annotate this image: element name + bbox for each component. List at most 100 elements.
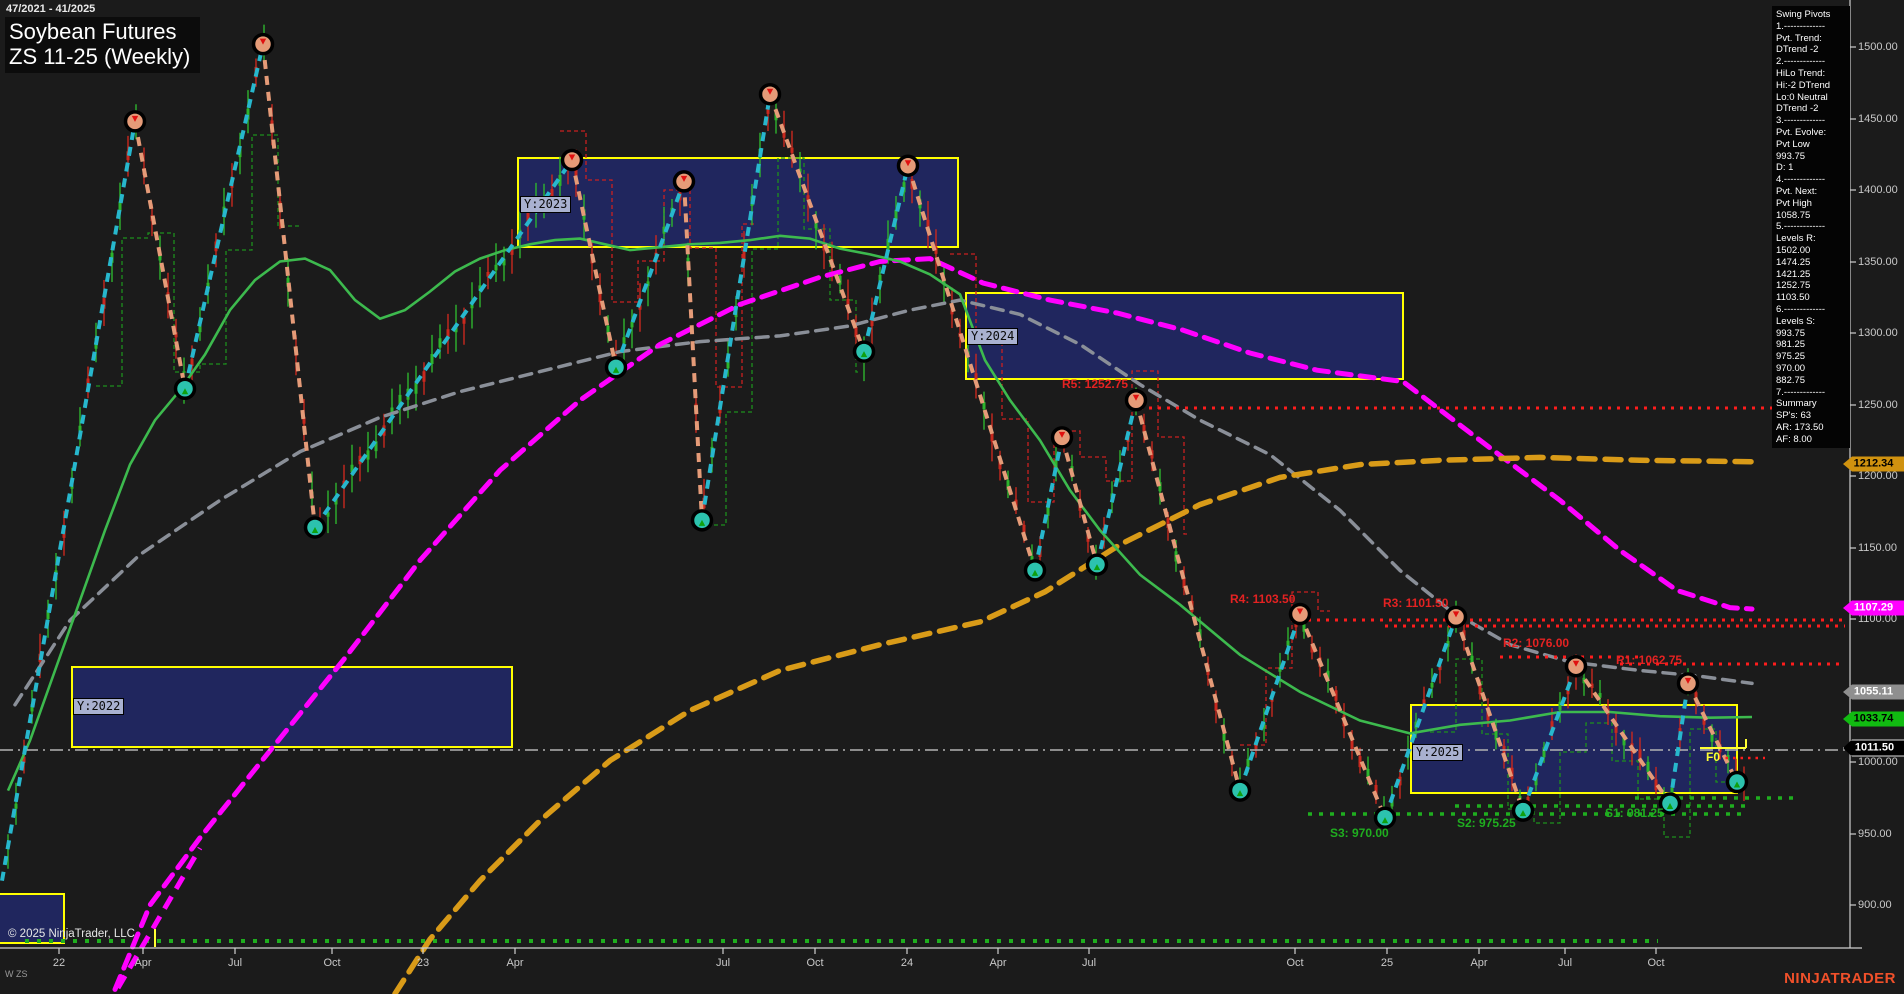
price-axis-label: 1000.00 xyxy=(1858,756,1898,768)
swing-pivots-panel-line: 1058.75 xyxy=(1776,210,1846,222)
swing-pivots-panel-line: 5.------------- xyxy=(1776,221,1846,233)
time-axis-label: Apr xyxy=(1470,957,1487,969)
swing-pivots-panel-line: Pvt. Next: xyxy=(1776,186,1846,198)
time-axis-label: Oct xyxy=(1286,957,1303,969)
year-box-label: Y:2024 xyxy=(967,328,1018,345)
swing-pivots-panel-line: 882.75 xyxy=(1776,375,1846,387)
time-axis-label: 22 xyxy=(53,957,65,969)
price-axis-label: 1400.00 xyxy=(1858,184,1898,196)
ninjatrader-logo: NINJATRADER xyxy=(1784,970,1896,987)
swing-leg-up xyxy=(185,44,263,389)
price-axis-label: 1250.00 xyxy=(1858,399,1898,411)
swing-pivots-panel-line: Summary xyxy=(1776,398,1846,410)
year-box-label: Y:2022 xyxy=(73,698,124,715)
price-axis-label: 1150.00 xyxy=(1858,542,1897,554)
ma-slow-magenta-dashed xyxy=(115,259,1752,990)
time-axis-label: Oct xyxy=(806,957,823,969)
swing-pivots-panel-line: Pvt High xyxy=(1776,198,1846,210)
contract-period: ZS 11-25 (Weekly) xyxy=(9,44,190,69)
price-marker-1107-29: 1107.29 xyxy=(1843,601,1904,616)
swing-pivots-panel-line: 981.25 xyxy=(1776,339,1846,351)
data-series-tag: W ZS xyxy=(5,969,28,979)
swing-pivots-panel-line: 1252.75 xyxy=(1776,280,1846,292)
time-axis-label: Apr xyxy=(989,957,1006,969)
instrument-name: Soybean Futures xyxy=(9,19,190,44)
swing-pivots-panel-line: 1502.00 xyxy=(1776,245,1846,257)
year-box-label: Y:2025 xyxy=(1412,744,1463,761)
swing-pivots-panel-line: Levels S: xyxy=(1776,316,1846,328)
swing-leg-down xyxy=(135,121,185,388)
swing-pivots-panel-line: 1.------------- xyxy=(1776,21,1846,33)
price-marker-1055-11: 1055.11 xyxy=(1843,685,1904,700)
resistance-label-r1: R1: 1062.75 xyxy=(1616,653,1682,667)
time-axis-label: Apr xyxy=(506,957,523,969)
support-label-s1: S1: 981.25 xyxy=(1605,806,1664,820)
swing-pivots-panel-line: DTrend -2 xyxy=(1776,44,1846,56)
price-axis-label: 1450.00 xyxy=(1858,113,1898,125)
time-axis-label: Jul xyxy=(1558,957,1572,969)
swing-pivots-panel-line: 993.75 xyxy=(1776,151,1846,163)
ma-slow-magenta-start-segment xyxy=(118,848,200,988)
swing-pivots-panel-line: Swing Pivots xyxy=(1776,9,1846,21)
swing-pivots-panel-line: SP's: 63 xyxy=(1776,410,1846,422)
time-axis-label: Oct xyxy=(323,957,340,969)
swing-pivots-panel-line: Pvt Low xyxy=(1776,139,1846,151)
year-box-label: Y:2023 xyxy=(520,196,571,213)
resistance-label-r3: R3: 1101.50 xyxy=(1383,596,1448,610)
price-axis-label: 1200.00 xyxy=(1858,470,1898,482)
price-axis-label: 900.00 xyxy=(1858,899,1892,911)
swing-pivots-panel-line: 6.------------- xyxy=(1776,304,1846,316)
swing-pivots-panel-line: DTrend -2 xyxy=(1776,103,1846,115)
swing-pivots-panel-line: 1474.25 xyxy=(1776,257,1846,269)
swing-leg-down xyxy=(263,44,315,527)
swing-pivots-panel-line: 2.------------- xyxy=(1776,56,1846,68)
time-axis-label: Apr xyxy=(134,957,151,969)
time-axis-label: Jul xyxy=(228,957,242,969)
price-axis-label: 950.00 xyxy=(1858,828,1892,840)
copyright-watermark: © 2025 NinjaTrader, LLC xyxy=(8,928,135,940)
trailing-step-line xyxy=(1240,592,1330,745)
swing-leg-up xyxy=(1035,437,1062,570)
resistance-label-r2: R2: 1076.00 xyxy=(1503,636,1569,650)
swing-pivots-panel-line: Pvt. Trend: xyxy=(1776,33,1846,45)
resistance-label-r5: R5: 1252.75 xyxy=(1062,377,1128,391)
swing-pivots-panel-line: Levels R: xyxy=(1776,233,1846,245)
support-label-s3: S3: 970.00 xyxy=(1330,826,1389,840)
price-axis-label: 1350.00 xyxy=(1858,256,1898,268)
swing-pivots-panel-line: 970.00 xyxy=(1776,363,1846,375)
time-axis-label: Jul xyxy=(716,957,730,969)
swing-pivots-panel-line: 975.25 xyxy=(1776,351,1846,363)
swing-pivots-panel-line: 3.------------- xyxy=(1776,115,1846,127)
resistance-label-r4: R4: 1103.50 xyxy=(1230,592,1295,606)
swing-pivots-panel: Swing Pivots1.-------------Pvt. Trend:DT… xyxy=(1772,6,1850,448)
price-axis-label: 1500.00 xyxy=(1858,41,1898,53)
chart-surface[interactable] xyxy=(0,0,1904,994)
swing-pivots-panel-line: AF: 8.00 xyxy=(1776,434,1846,446)
time-axis-label: 25 xyxy=(1381,957,1393,969)
price-marker-1212-34: 1212.34 xyxy=(1843,457,1904,472)
chart-title: Soybean Futures ZS 11-25 (Weekly) xyxy=(5,17,200,73)
swing-pivots-panel-line: D: 1 xyxy=(1776,162,1846,174)
support-label-s2: S2: 975.25 xyxy=(1457,816,1516,830)
visible-range-label: 47/2021 - 41/2025 xyxy=(6,3,95,15)
ninjatrader-chart-window: 47/2021 - 41/2025 Soybean Futures ZS 11-… xyxy=(0,0,1904,994)
swing-pivots-panel-line: 1103.50 xyxy=(1776,292,1846,304)
year-range-box xyxy=(966,293,1403,379)
swing-pivots-panel-line: Lo:0 Neutral xyxy=(1776,92,1846,104)
swing-pivots-panel-line: AR: 173.50 xyxy=(1776,422,1846,434)
time-axis-label: Oct xyxy=(1647,957,1664,969)
swing-pivots-panel-line: Hi:-2 DTrend xyxy=(1776,80,1846,92)
price-axis-label: 1300.00 xyxy=(1858,327,1898,339)
swing-pivots-panel-line: 1421.25 xyxy=(1776,269,1846,281)
year-range-box xyxy=(72,667,512,747)
swing-pivots-panel-line: HiLo Trend: xyxy=(1776,68,1846,80)
f0-label: F0 xyxy=(1706,750,1720,764)
swing-pivots-panel-line: 7.------------- xyxy=(1776,387,1846,399)
ma-mid-gray-dashed xyxy=(15,300,1752,705)
time-axis-label: 23 xyxy=(417,957,429,969)
swing-pivots-panel-line: Pvt. Evolve: xyxy=(1776,127,1846,139)
swing-pivots-panel-line: 4.------------- xyxy=(1776,174,1846,186)
time-axis-label: Jul xyxy=(1082,957,1096,969)
price-marker-1033-74: 1033.74 xyxy=(1843,712,1904,727)
time-axis-label: 24 xyxy=(901,957,913,969)
